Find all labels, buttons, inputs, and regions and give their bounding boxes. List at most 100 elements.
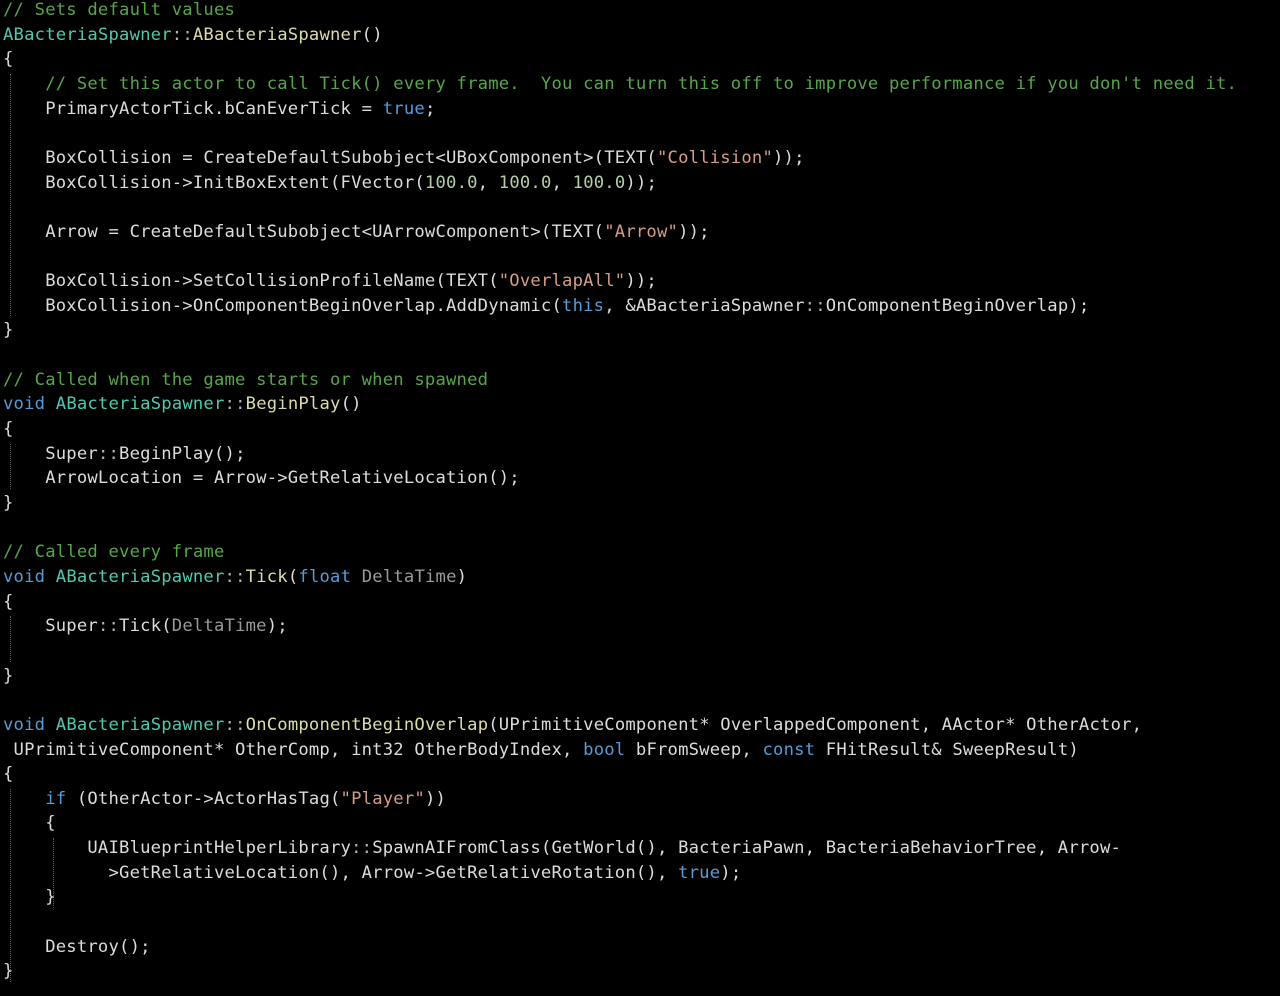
code-token-plain: FHitResult& SweepResult) <box>815 739 1079 760</box>
code-token-plain: ; <box>424 98 436 119</box>
code-line[interactable]: UAIBlueprintHelperLibrary::SpawnAIFromCl… <box>3 836 1121 860</box>
code-line[interactable]: ArrowLocation = Arrow->GetRelativeLocati… <box>3 466 520 490</box>
code-line[interactable]: BoxCollision->OnComponentBeginOverlap.Ad… <box>3 294 1089 318</box>
code-token-func: BeginPlay <box>245 394 341 415</box>
code-line[interactable]: // Called when the game starts or when s… <box>3 368 488 392</box>
code-token-punct: :: <box>804 295 826 316</box>
code-token-plain: BoxCollision->OnComponentBeginOverlap.Ad… <box>3 295 563 316</box>
code-token-plain: )); <box>625 271 657 292</box>
code-token-param: DeltaTime <box>171 616 267 637</box>
code-token-plain: , &ABacteriaSpawner <box>604 295 805 316</box>
code-token-plain: UPrimitiveComponent* OtherComp, int32 Ot… <box>3 739 584 760</box>
code-token-punct: :: <box>97 616 120 637</box>
code-token-plain: } <box>3 961 14 982</box>
code-token-plain: PrimaryActorTick.bCanEverTick = <box>3 98 383 119</box>
code-line[interactable]: { <box>3 811 56 835</box>
code-line[interactable]: Super::BeginPlay(); <box>3 442 246 466</box>
code-token-plain: )); <box>625 172 658 193</box>
code-token-plain: , <box>477 172 499 193</box>
code-token-keyword: true <box>382 98 425 119</box>
code-token-plain: () <box>340 394 362 415</box>
code-line[interactable]: { <box>3 590 14 614</box>
code-token-plain: )); <box>678 221 710 242</box>
code-token-plain: } <box>3 320 14 341</box>
code-line[interactable]: if (OtherActor->ActorHasTag("Player")) <box>3 787 446 811</box>
code-line[interactable]: { <box>3 762 14 786</box>
code-token-type: ABacteriaSpawner <box>55 714 225 735</box>
code-token-type: ABacteriaSpawner <box>55 394 225 415</box>
code-token-plain: { <box>3 813 56 834</box>
code-token-plain: bFromSweep, <box>625 739 763 760</box>
code-token-punct: :: <box>171 24 193 45</box>
code-token-plain: )); <box>773 147 805 168</box>
code-editor[interactable]: // Sets default values ABacteriaSpawner::… <box>0 0 1280 996</box>
code-line[interactable]: >GetRelativeLocation(), Arrow->GetRelati… <box>3 861 741 885</box>
code-token-plain: BoxCollision = CreateDefaultSubobject<UB… <box>3 147 657 168</box>
code-token-func: Tick <box>245 566 288 587</box>
code-token-keyword: true <box>678 862 721 883</box>
code-token-plain: Destroy(); <box>3 936 151 957</box>
code-line[interactable]: // Set this actor to call Tick() every f… <box>3 72 1237 96</box>
code-token-string: "Collision" <box>656 147 773 168</box>
code-token-plain: { <box>3 419 14 440</box>
code-token-keyword: void <box>3 394 46 415</box>
code-line[interactable]: } <box>3 885 56 909</box>
code-line[interactable]: // Sets default values <box>3 0 235 22</box>
code-token-plain: (OtherActor->ActorHasTag( <box>66 788 341 809</box>
code-token-plain: ); <box>720 862 742 883</box>
code-line[interactable]: BoxCollision->SetCollisionProfileName(TE… <box>3 269 657 293</box>
code-line[interactable]: } <box>3 318 14 342</box>
code-token-keyword: float <box>298 566 352 587</box>
code-line[interactable]: } <box>3 491 14 515</box>
code-line[interactable]: { <box>3 417 14 441</box>
code-token-plain: } <box>3 887 56 908</box>
code-token-keyword: if <box>3 788 67 809</box>
code-token-comment: // Set this actor to call Tick() every f… <box>3 73 1238 94</box>
code-token-plain: SpawnAIFromClass(GetWorld(), BacteriaPaw… <box>372 838 1122 859</box>
code-line[interactable]: void ABacteriaSpawner::Tick(float DeltaT… <box>3 565 467 589</box>
code-line[interactable]: Super::Tick(DeltaTime); <box>3 614 288 638</box>
code-token-number: 100.0 <box>498 172 552 193</box>
code-token-plain: , <box>551 172 573 193</box>
code-line[interactable]: UPrimitiveComponent* OtherComp, int32 Ot… <box>3 738 1079 762</box>
code-token-plain: ) <box>456 566 468 587</box>
code-line[interactable]: } <box>3 959 14 983</box>
code-token-plain: ( <box>287 566 299 587</box>
code-line[interactable]: Destroy(); <box>3 935 151 959</box>
code-token-keyword: this <box>562 295 605 316</box>
code-line[interactable]: { <box>3 47 14 71</box>
code-token-func: OnComponentBeginOverlap <box>245 714 489 735</box>
code-token-type: ABacteriaSpawner <box>3 24 172 45</box>
code-line[interactable]: PrimaryActorTick.bCanEverTick = true; <box>3 97 436 121</box>
code-token-plain: UAIBlueprintHelperLibrary <box>3 838 352 859</box>
code-line[interactable]: Arrow = CreateDefaultSubobject<UArrowCom… <box>3 220 710 244</box>
code-token-plain: } <box>3 493 14 513</box>
code-token-plain: Arrow = CreateDefaultSubobject<UArrowCom… <box>3 221 605 242</box>
code-token-plain: Tick( <box>119 616 172 637</box>
code-line[interactable]: } <box>3 664 14 688</box>
code-token-punct: :: <box>224 394 246 415</box>
code-line[interactable]: ABacteriaSpawner::ABacteriaSpawner() <box>3 23 383 47</box>
code-line[interactable]: void ABacteriaSpawner::OnComponentBeginO… <box>3 713 1142 737</box>
code-line[interactable]: BoxCollision = CreateDefaultSubobject<UB… <box>3 146 805 170</box>
code-token-plain: ArrowLocation = Arrow->GetRelativeLocati… <box>3 468 520 489</box>
code-token-string: "Arrow" <box>604 221 679 242</box>
code-token-keyword: void <box>3 566 46 587</box>
code-token-type: ABacteriaSpawner <box>55 566 225 587</box>
code-token-number: 100.0 <box>572 172 626 193</box>
code-token-plain: } <box>3 665 14 686</box>
code-token-string: "OverlapAll" <box>498 271 626 292</box>
code-token-plain: BoxCollision->InitBoxExtent(FVector( <box>3 172 425 193</box>
code-line[interactable]: void ABacteriaSpawner::BeginPlay() <box>3 392 362 416</box>
code-token-punct: :: <box>224 566 246 587</box>
code-token-keyword: const <box>762 739 816 760</box>
code-token-plain: ); <box>266 616 288 637</box>
code-token-comment: // Called when the game starts or when s… <box>3 369 489 390</box>
code-token-param: DeltaTime <box>361 566 457 587</box>
code-token-string: "Player" <box>340 788 425 809</box>
code-line[interactable]: BoxCollision->InitBoxExtent(FVector( 100.… <box>3 171 657 195</box>
code-token-plain: )) <box>424 788 447 809</box>
code-line[interactable]: // Called every frame <box>3 540 225 564</box>
